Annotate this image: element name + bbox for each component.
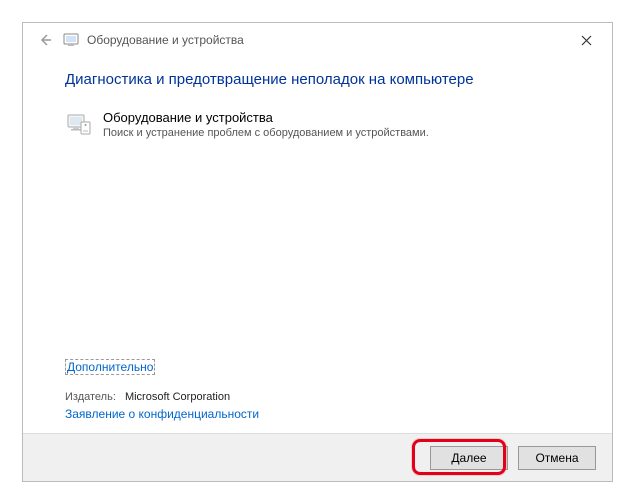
back-arrow-icon[interactable] [35, 30, 55, 50]
footer: Далее Отмена [23, 433, 612, 481]
publisher-value: Microsoft Corporation [125, 391, 230, 403]
lower-info: Дополнительно Издатель: Microsoft Corpor… [65, 359, 259, 421]
window-title: Оборудование и устройства [87, 33, 244, 47]
item-text: Оборудование и устройства Поиск и устран… [103, 110, 429, 139]
title-left: Оборудование и устройства [23, 30, 244, 50]
titlebar: Оборудование и устройства [23, 23, 612, 57]
publisher-label: Издатель: [65, 391, 116, 403]
page-heading: Диагностика и предотвращение неполадок н… [65, 71, 570, 88]
close-button[interactable] [564, 25, 608, 55]
content-area: Диагностика и предотвращение неполадок н… [23, 57, 612, 433]
troubleshooter-window: Оборудование и устройства Диагностика и … [22, 22, 613, 482]
close-icon [581, 35, 592, 46]
publisher-row: Издатель: Microsoft Corporation [65, 391, 259, 403]
advanced-link[interactable]: Дополнительно [65, 359, 155, 375]
privacy-link-row: Заявление о конфиденциальности [65, 407, 259, 421]
item-title: Оборудование и устройства [103, 110, 429, 125]
troubleshooter-icon [63, 32, 79, 48]
item-description: Поиск и устранение проблем с оборудовани… [103, 127, 429, 139]
hardware-icon [65, 110, 93, 138]
troubleshooter-item: Оборудование и устройства Поиск и устран… [65, 110, 570, 139]
next-button[interactable]: Далее [430, 446, 508, 470]
cancel-button[interactable]: Отмена [518, 446, 596, 470]
privacy-statement-link[interactable]: Заявление о конфиденциальности [65, 407, 259, 421]
